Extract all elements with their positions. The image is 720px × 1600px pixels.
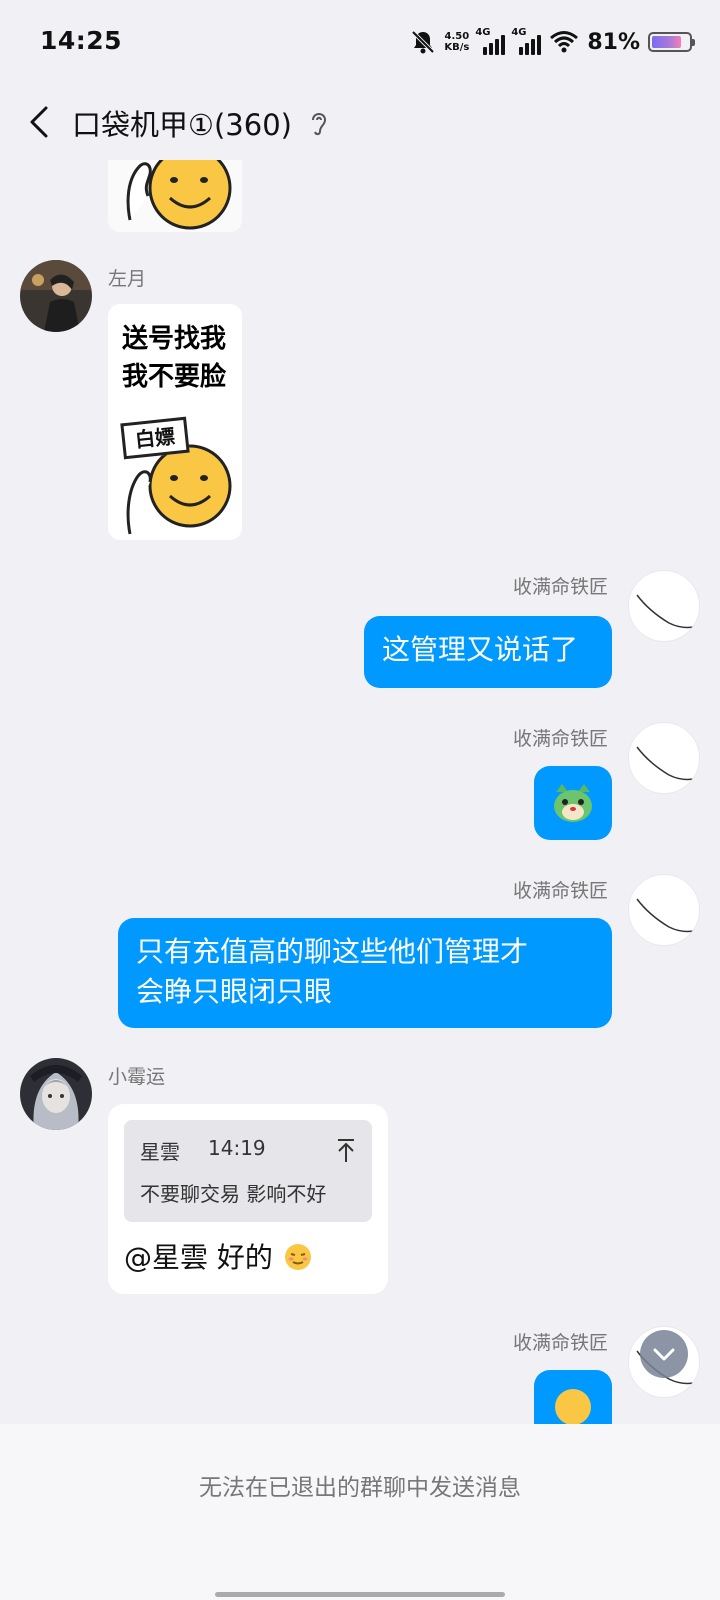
ear-icon[interactable]: [308, 108, 330, 138]
chat-area[interactable]: 左月 送号找我 我不要脸 白嫖 收满命铁匠 这管理又说话了 收满命铁匠 收满命铁…: [0, 160, 720, 1424]
speed-value: 4.50: [444, 31, 470, 42]
quote-time: 14:19: [208, 1136, 266, 1160]
back-arrow-icon: [30, 106, 48, 138]
avatar-image: [636, 746, 694, 781]
emoji-icon: [555, 1389, 591, 1424]
avatar-self[interactable]: [628, 570, 700, 642]
sender-name: 左月: [108, 268, 147, 290]
sender-name: 小霉运: [108, 1066, 166, 1088]
footer: 无法在已退出的群聊中发送消息: [0, 1424, 720, 1600]
quote-text: 不要聊交易 影响不好: [140, 1182, 327, 1206]
sender-name: 收满命铁匠: [512, 880, 608, 902]
avatar-self[interactable]: [628, 722, 700, 794]
status-time: 14:25: [40, 26, 123, 55]
avatar-xiaomeiyun[interactable]: [20, 1058, 92, 1130]
sticker-line-1: 送号找我: [122, 324, 227, 354]
chevron-down-icon: [653, 1348, 675, 1361]
sticker-message[interactable]: 送号找我 我不要脸 白嫖: [108, 304, 242, 540]
sender-name: 收满命铁匠: [512, 576, 608, 598]
bell-muted-icon: [411, 30, 435, 54]
speed-unit: KB/s: [444, 42, 470, 53]
avatar-image: [636, 898, 694, 933]
quote-sender: 星雲: [140, 1140, 180, 1164]
message-text: @星雲 好的: [124, 1241, 273, 1274]
jump-to-top-icon[interactable]: [334, 1136, 358, 1164]
signal-icon: 4G: [475, 27, 506, 55]
sim1-label: 4G: [475, 27, 491, 38]
scroll-to-bottom-button[interactable]: [640, 1330, 688, 1378]
message-bubble-self[interactable]: 只有充值高的聊这些他们管理才 会睁只眼闭只眼: [118, 918, 612, 1028]
home-indicator[interactable]: [215, 1592, 505, 1597]
sender-name: 收满命铁匠: [512, 728, 608, 750]
message-bubble-other[interactable]: 星雲 14:19 不要聊交易 影响不好 @星雲 好的: [108, 1104, 388, 1294]
emoji-message[interactable]: [534, 766, 612, 840]
message-bubble-self[interactable]: 这管理又说话了: [364, 616, 612, 688]
cannot-send-notice: 无法在已退出的群聊中发送消息: [199, 1475, 521, 1501]
status-bar: 14:25 4.50 KB/s 4G 4G 81%: [0, 0, 720, 84]
signal-icon-2: 4G: [511, 27, 542, 55]
battery-percent: 81%: [587, 29, 640, 55]
wifi-icon: [550, 31, 579, 53]
chat-title[interactable]: 口袋机甲①(360): [72, 102, 292, 144]
smiley-sticker-image: [108, 160, 242, 232]
reply-text: @星雲 好的: [124, 1236, 312, 1276]
status-icons: 4.50 KB/s 4G 4G 81%: [410, 24, 695, 60]
message-text-line-1: 只有充值高的聊这些他们管理才: [136, 935, 529, 968]
battery-icon: [648, 32, 695, 52]
network-speed: 4.50 KB/s: [444, 31, 469, 53]
avatar-image: [20, 1058, 92, 1130]
sticker-line-2: 我不要脸: [122, 362, 227, 392]
avatar-image: [20, 260, 92, 332]
smirk-emoji-icon: [284, 1244, 311, 1270]
emoji-message-partial[interactable]: [534, 1370, 612, 1424]
sender-name: 收满命铁匠: [512, 1332, 608, 1354]
back-button[interactable]: [22, 100, 62, 144]
sticker-partial[interactable]: [108, 160, 242, 232]
green-cat-emoji-icon: [554, 784, 592, 822]
sticker-sign: 白嫖: [120, 416, 190, 460]
message-text: 这管理又说话了: [382, 633, 579, 666]
avatar-image: [636, 594, 694, 629]
sim2-label: 4G: [511, 27, 527, 38]
chat-header: 口袋机甲①(360): [0, 84, 720, 160]
quoted-message[interactable]: 星雲 14:19 不要聊交易 影响不好: [124, 1120, 372, 1222]
message-text-line-2: 会睁只眼闭只眼: [136, 975, 333, 1008]
avatar-zuoyue[interactable]: [20, 260, 92, 332]
avatar-self[interactable]: [628, 874, 700, 946]
